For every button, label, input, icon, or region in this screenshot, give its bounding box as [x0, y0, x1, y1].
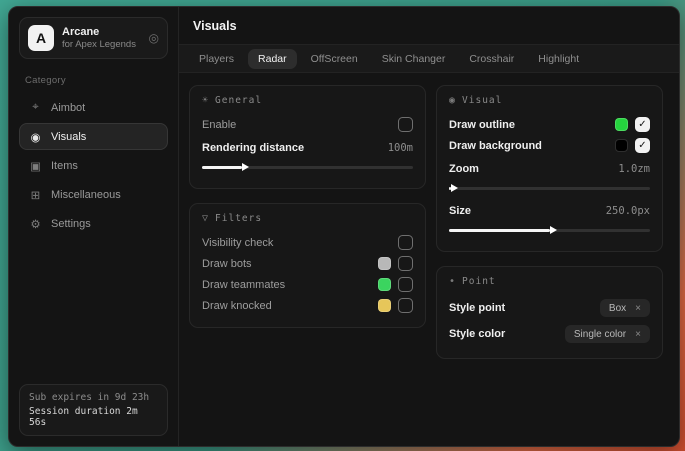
eye-icon: ◉ — [29, 130, 42, 144]
enable-checkbox[interactable] — [398, 117, 413, 132]
main-area: Visuals Players Radar OffScreen Skin Cha… — [179, 7, 679, 446]
app-logo: A — [28, 25, 54, 51]
general-panel-title: ☀ General — [202, 95, 413, 106]
sub-expires-text: Sub expires in 9d 23h — [29, 392, 158, 403]
rendering-distance-slider[interactable] — [202, 161, 413, 173]
visual-panel-title: ◉ Visual — [449, 95, 650, 106]
sun-icon: ☀ — [202, 95, 208, 106]
draw-bots-row: Draw bots — [202, 253, 413, 274]
general-panel: ☀ General Enable Rendering distance 100m — [189, 85, 426, 189]
sidebar-item-label: Settings — [51, 218, 91, 230]
draw-teammates-checkbox[interactable] — [398, 277, 413, 292]
rendering-distance-row: Rendering distance 100m — [202, 137, 413, 158]
size-slider[interactable] — [449, 224, 650, 236]
close-icon[interactable]: × — [635, 329, 641, 340]
size-row: Size 250.0px — [449, 200, 650, 221]
zoom-value: 1.0zm — [618, 163, 650, 175]
style-color-row: Style color Single color × — [449, 321, 650, 347]
grid-icon: ⊞ — [29, 188, 42, 202]
draw-background-checkbox[interactable]: ✓ — [635, 138, 650, 153]
style-point-row: Style point Box × — [449, 295, 650, 321]
filters-panel-title: ▽ Filters — [202, 213, 413, 224]
category-label: Category — [25, 75, 162, 86]
app-identity: Arcane for Apex Legends — [62, 26, 141, 50]
gear-icon: ⚙ — [29, 217, 42, 231]
tab-crosshair[interactable]: Crosshair — [459, 49, 524, 69]
sidebar-item-label: Aimbot — [51, 102, 85, 114]
subscription-status-card: Sub expires in 9d 23h Session duration 2… — [19, 384, 168, 436]
style-color-select[interactable]: Single color × — [565, 325, 650, 343]
style-point-value: Box — [609, 303, 626, 314]
visibility-check-checkbox[interactable] — [398, 235, 413, 250]
draw-teammates-row: Draw teammates — [202, 274, 413, 295]
visuals-tabbar: Players Radar OffScreen Skin Changer Cro… — [179, 45, 679, 73]
filters-panel: ▽ Filters Visibility check Draw bots — [189, 203, 426, 328]
app-name: Arcane — [62, 26, 141, 38]
sidebar-item-miscellaneous[interactable]: ⊞ Miscellaneous — [19, 181, 168, 208]
slider-fill — [202, 166, 242, 170]
visibility-check-row: Visibility check — [202, 232, 413, 253]
enable-row: Enable — [202, 114, 413, 135]
draw-bots-checkbox[interactable] — [398, 256, 413, 271]
app-subtitle: for Apex Legends — [62, 39, 141, 50]
main-header: Visuals — [179, 7, 679, 45]
tab-highlight[interactable]: Highlight — [528, 49, 589, 69]
sidebar-item-label: Miscellaneous — [51, 189, 121, 201]
tab-players[interactable]: Players — [189, 49, 244, 69]
draw-teammates-color-swatch[interactable] — [378, 278, 391, 291]
dot-icon: • — [449, 276, 455, 287]
app-window: A Arcane for Apex Legends ◎ Category ⌖ A… — [8, 6, 680, 447]
zoom-slider[interactable] — [449, 182, 650, 194]
sidebar-item-aimbot[interactable]: ⌖ Aimbot — [19, 94, 168, 121]
draw-outline-color-swatch[interactable] — [615, 118, 628, 131]
draw-knocked-row: Draw knocked — [202, 295, 413, 316]
crosshair-icon: ⌖ — [29, 101, 42, 114]
rendering-distance-value: 100m — [388, 142, 413, 154]
left-column: ☀ General Enable Rendering distance 100m — [189, 85, 426, 328]
sidebar-nav: ⌖ Aimbot ◉ Visuals ▣ Items ⊞ Miscellaneo… — [19, 94, 168, 237]
zoom-row: Zoom 1.0zm — [449, 158, 650, 179]
eye-icon: ◉ — [449, 95, 455, 106]
close-icon[interactable]: × — [635, 303, 641, 314]
target-icon[interactable]: ◎ — [149, 31, 159, 45]
right-column: ◉ Visual Draw outline ✓ Draw background — [436, 85, 663, 359]
style-point-select[interactable]: Box × — [600, 299, 650, 317]
funnel-icon: ▽ — [202, 213, 208, 224]
draw-outline-checkbox[interactable]: ✓ — [635, 117, 650, 132]
draw-background-row: Draw background ✓ — [449, 135, 650, 156]
tab-offscreen[interactable]: OffScreen — [301, 49, 368, 69]
sidebar-item-items[interactable]: ▣ Items — [19, 152, 168, 179]
tab-content: ☀ General Enable Rendering distance 100m — [179, 73, 679, 446]
sidebar-item-settings[interactable]: ⚙ Settings — [19, 210, 168, 237]
session-duration-text: Session duration 2m 56s — [29, 406, 158, 428]
tab-radar[interactable]: Radar — [248, 49, 297, 69]
size-value: 250.0px — [606, 205, 650, 217]
draw-bots-color-swatch[interactable] — [378, 257, 391, 270]
tab-skin-changer[interactable]: Skin Changer — [372, 49, 456, 69]
draw-knocked-checkbox[interactable] — [398, 298, 413, 313]
app-logo-card: A Arcane for Apex Legends ◎ — [19, 17, 168, 59]
box-icon: ▣ — [29, 159, 42, 173]
style-color-value: Single color — [574, 329, 626, 340]
visual-panel: ◉ Visual Draw outline ✓ Draw background — [436, 85, 663, 252]
sidebar-item-label: Items — [51, 160, 78, 172]
rendering-distance-label: Rendering distance — [202, 142, 304, 154]
page-title: Visuals — [193, 19, 237, 33]
point-panel-title: • Point — [449, 276, 650, 287]
point-panel: • Point Style point Box × Style color S — [436, 266, 663, 359]
sidebar-item-visuals[interactable]: ◉ Visuals — [19, 123, 168, 150]
draw-background-color-swatch[interactable] — [615, 139, 628, 152]
sidebar: A Arcane for Apex Legends ◎ Category ⌖ A… — [9, 7, 179, 446]
draw-knocked-color-swatch[interactable] — [378, 299, 391, 312]
draw-outline-row: Draw outline ✓ — [449, 114, 650, 135]
enable-label: Enable — [202, 119, 236, 131]
sidebar-item-label: Visuals — [51, 131, 86, 143]
